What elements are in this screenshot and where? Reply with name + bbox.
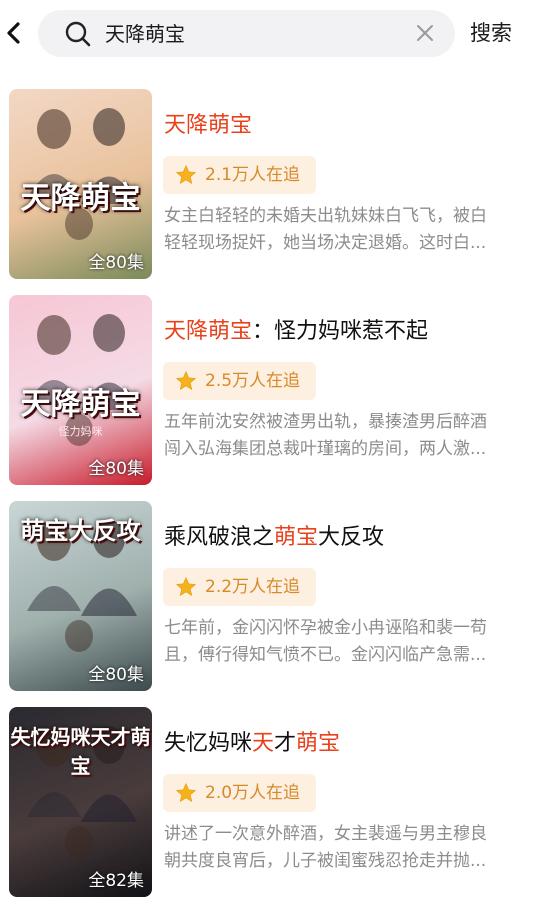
clear-icon[interactable] — [414, 22, 436, 44]
popularity-badge: 2.5万人在追 — [163, 362, 316, 400]
drama-description: 女主白轻轻的未婚夫出轨妹妹白飞飞，被白 轻轻现场捉奸，她当场决定退婚。这时白... — [164, 203, 516, 257]
title-text: 才 — [274, 731, 297, 756]
drama-title[interactable]: 失忆妈咪天才萌宝 — [164, 729, 340, 759]
search-icon — [65, 21, 91, 47]
title-highlight: 天降萌宝 — [164, 113, 253, 138]
search-query[interactable]: 天降萌宝 — [105, 21, 185, 47]
drama-title[interactable]: 天降萌宝：怪力妈咪惹不起 — [164, 317, 428, 347]
cover-title: 天降萌宝 — [20, 181, 141, 216]
description-line: 五年前沈安然被渣男出轨，暴揍渣男后醉酒 — [164, 412, 487, 432]
description-line: 讲述了一次意外醉酒，女主裴遥与男主穆良 — [164, 824, 487, 844]
cover-title: 萌宝大反攻 — [20, 516, 141, 545]
description-line: 朝共度良宵后，儿子被闺蜜残忍抢走并抛... — [164, 851, 487, 871]
drama-cover[interactable]: 失忆妈咪天才萌宝全82集 — [9, 707, 152, 897]
title-highlight: 萌宝 — [274, 525, 319, 550]
star-icon — [176, 165, 196, 184]
episode-count: 全80集 — [88, 253, 144, 273]
episode-count: 全80集 — [88, 665, 144, 685]
star-icon — [176, 371, 196, 390]
drama-cover[interactable]: 萌宝大反攻全80集 — [9, 501, 152, 691]
back-arrow-icon[interactable] — [2, 18, 26, 48]
drama-description: 讲述了一次意外醉酒，女主裴遥与男主穆良 朝共度良宵后，儿子被闺蜜残忍抢走并抛... — [164, 821, 516, 875]
drama-description: 五年前沈安然被渣男出轨，暴揍渣男后醉酒 闯入弘海集团总裁叶瑾璃的房间，两人激... — [164, 409, 516, 463]
star-icon — [176, 783, 196, 802]
title-highlight: 天 — [252, 731, 275, 756]
popularity-badge: 2.1万人在追 — [163, 156, 316, 194]
popularity-text: 2.5万人在追 — [205, 371, 301, 391]
drama-cover[interactable]: 天降萌宝怪力妈咪全80集 — [9, 295, 152, 485]
result-item[interactable]: 萌宝大反攻 全80集 乘风破浪之萌宝大反攻 2.2万人在追 七年前，金闪闪怀孕被金小冉诬… — [0, 501, 540, 697]
description-line: 闯入弘海集团总裁叶瑾璃的房间，两人激... — [164, 439, 487, 459]
description-line: 轻轻现场捉奸，她当场决定退婚。这时白... — [164, 233, 487, 253]
episode-count: 全82集 — [88, 871, 144, 891]
cover-title: 失忆妈咪天才萌宝 — [10, 725, 151, 778]
search-button[interactable]: 搜索 — [470, 19, 512, 47]
popularity-text: 2.2万人在追 — [205, 577, 301, 597]
description-line: 七年前，金闪闪怀孕被金小冉诬陷和裴一苟 — [164, 618, 487, 638]
description-line: 且，傅行得知气愤不已。金闪闪临产急需... — [164, 645, 487, 665]
drama-description: 七年前，金闪闪怀孕被金小冉诬陷和裴一苟 且，傅行得知气愤不已。金闪闪临产急需... — [164, 615, 516, 669]
title-text: 乘风破浪之 — [164, 525, 275, 550]
search-input[interactable]: 天降萌宝 — [38, 10, 455, 57]
popularity-text: 2.1万人在追 — [205, 165, 301, 185]
star-icon — [176, 577, 196, 596]
result-item[interactable]: 失忆妈咪天才萌宝 全82集 失忆妈咪天才萌宝 2.0万人在追 讲述了一次意外醉酒，女主裴… — [0, 707, 540, 903]
popularity-text: 2.0万人在追 — [205, 783, 301, 803]
cover-title: 天降萌宝 — [20, 387, 141, 422]
title-highlight: 萌宝 — [296, 731, 341, 756]
drama-cover[interactable]: 天降萌宝全80集 — [9, 89, 152, 279]
title-text: 大反攻 — [318, 525, 385, 550]
drama-title[interactable]: 天降萌宝 — [164, 111, 252, 141]
title-highlight: 天降萌宝 — [164, 319, 253, 344]
cover-subtitle: 怪力妈咪 — [58, 425, 103, 438]
result-item[interactable]: 天降萌宝 怪力妈咪 全80集 天降萌宝：怪力妈咪惹不起 2.5万人在追 五年前沈安然被渣男… — [0, 295, 540, 491]
title-text: ：怪力妈咪惹不起 — [252, 319, 429, 344]
result-item[interactable]: 天降萌宝 全80集 天降萌宝 2.1万人在追 女主白轻轻的未婚夫出轨妹妹白飞飞，被白 轻轻… — [0, 89, 540, 285]
search-header: 天降萌宝 搜索 — [0, 0, 540, 66]
episode-count: 全80集 — [88, 459, 144, 479]
title-text: 失忆妈咪 — [164, 731, 253, 756]
popularity-badge: 2.0万人在追 — [163, 774, 316, 812]
popularity-badge: 2.2万人在追 — [163, 568, 316, 606]
description-line: 女主白轻轻的未婚夫出轨妹妹白飞飞，被白 — [164, 206, 487, 226]
drama-title[interactable]: 乘风破浪之萌宝大反攻 — [164, 523, 384, 553]
